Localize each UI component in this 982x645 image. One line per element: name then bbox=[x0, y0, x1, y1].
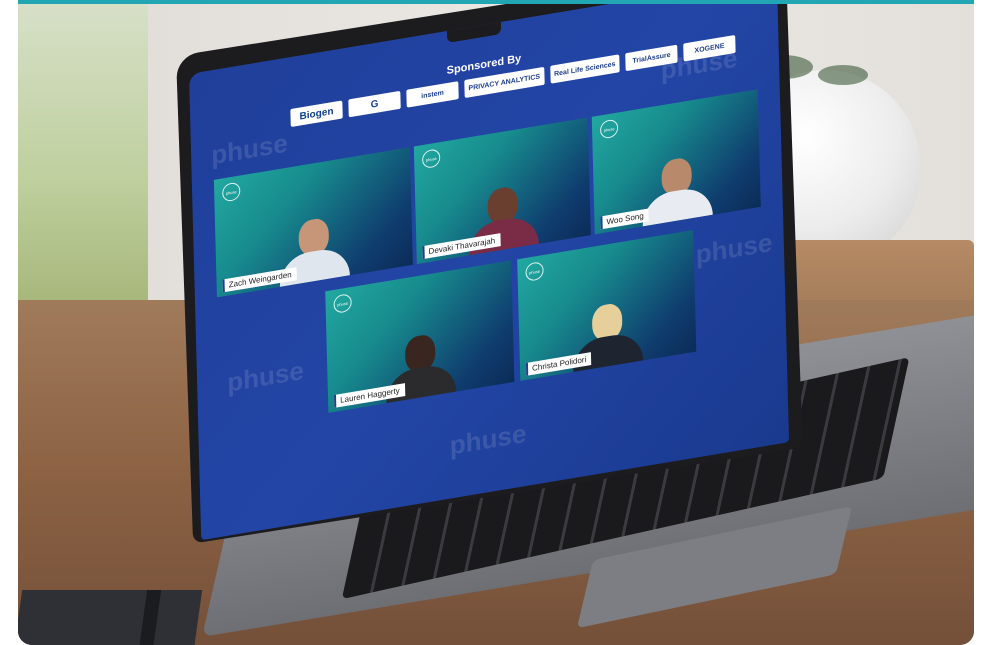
watermark: phuse bbox=[449, 417, 527, 461]
phuse-logo-icon: phuse bbox=[222, 181, 241, 203]
phuse-logo-icon: phuse bbox=[525, 261, 544, 282]
watermark: phuse bbox=[226, 355, 305, 398]
accent-bar bbox=[18, 0, 974, 4]
background-photo: phuse phuse phuse phuse phuse Sponsored … bbox=[18, 0, 974, 645]
notebook bbox=[18, 590, 203, 645]
participant-name: Devaki Thavarajah bbox=[422, 233, 501, 260]
video-tile[interactable]: phuse Lauren Haggerty bbox=[325, 260, 515, 413]
participant-body bbox=[642, 184, 713, 227]
video-tile[interactable]: phuse Devaki Thavarajah bbox=[413, 117, 591, 265]
sponsor-logo: Real Life Sciences bbox=[549, 54, 620, 84]
phuse-logo-icon: phuse bbox=[421, 148, 441, 170]
plant-leaf bbox=[818, 65, 868, 85]
participant-name: Woo Song bbox=[600, 208, 649, 230]
video-tile[interactable]: phuse Woo Song bbox=[591, 89, 761, 235]
window bbox=[18, 0, 148, 300]
sponsor-logo: instem bbox=[406, 81, 459, 108]
watermark: phuse bbox=[210, 127, 289, 171]
sponsor-logo: G bbox=[348, 90, 401, 118]
sponsor-logo: Biogen bbox=[290, 100, 343, 128]
participant-name: Zach Weingarden bbox=[222, 267, 297, 293]
photo-frame: phuse phuse phuse phuse phuse Sponsored … bbox=[0, 0, 982, 645]
watermark: phuse bbox=[695, 226, 773, 270]
phuse-logo-icon: phuse bbox=[599, 118, 619, 140]
video-tile[interactable]: phuse Zach Weingarden bbox=[213, 147, 413, 298]
participant-video bbox=[641, 153, 713, 227]
participant-name: Lauren Haggerty bbox=[333, 383, 405, 408]
phuse-logo-icon: phuse bbox=[333, 293, 352, 314]
participant-name: Christa Polidori bbox=[525, 352, 592, 376]
video-tile[interactable]: phuse Christa Polidori bbox=[517, 230, 697, 381]
